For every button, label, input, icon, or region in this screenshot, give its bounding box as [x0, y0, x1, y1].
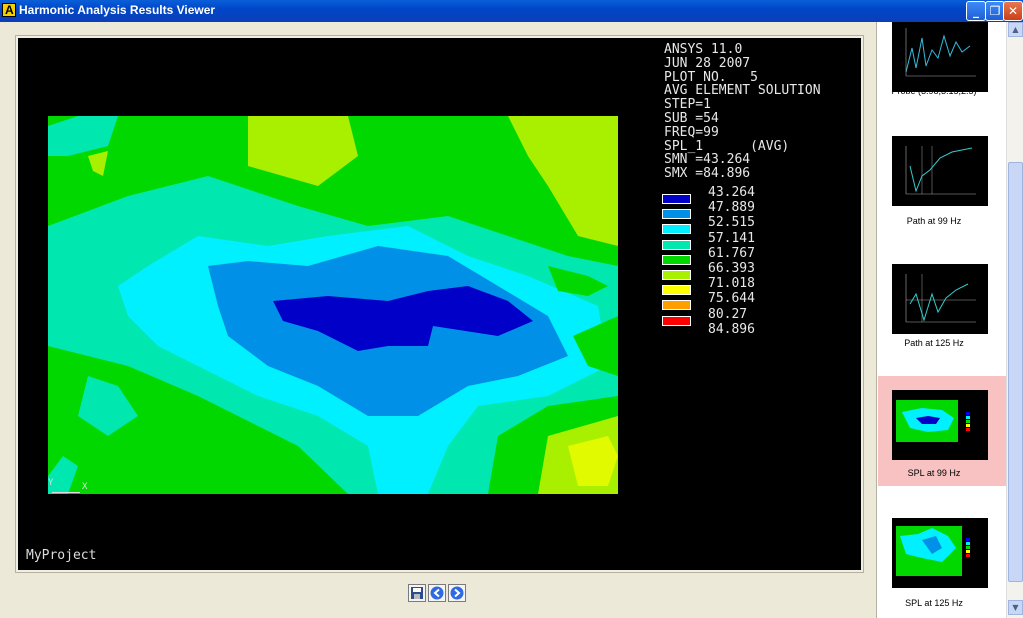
project-name: MyProject: [26, 548, 97, 563]
thumbnail-spl-125[interactable]: SPL at 125 Hz: [878, 486, 1007, 618]
plot-info-line: ANSYS 11.0: [664, 42, 743, 57]
minimize-button[interactable]: _: [966, 1, 986, 21]
legend-value: 80.27: [708, 306, 748, 322]
thumbnail-path-99[interactable]: Path at 99 Hz: [878, 126, 1007, 254]
plot-info-text: ANSYS 11.0 JUN 28 2007 PLOT NO. 5 AVG ELEME…: [664, 43, 821, 181]
plot-frame: Y X ANSYS 11.0 JUN 28 2007 PLOT NO. 5 AVG E…: [15, 35, 864, 573]
legend-swatch: [662, 315, 691, 326]
triad-x-axis: [52, 492, 80, 493]
legend-value: 71.018: [708, 276, 755, 292]
main-panel: Y X ANSYS 11.0 JUN 28 2007 PLOT NO. 5 AVG E…: [0, 22, 876, 618]
plot-info-line: SPL_1 (AVG): [664, 138, 790, 154]
legend-value: 47.889: [708, 200, 755, 216]
ansys-plot[interactable]: Y X ANSYS 11.0 JUN 28 2007 PLOT NO. 5 AVG E…: [18, 38, 861, 570]
path-125-thumbnail: [892, 264, 988, 334]
legend-value: 52.515: [708, 215, 755, 231]
legend-value: 66.393: [708, 260, 755, 276]
thumbnail-sidebar: Probe (3.98,3.15,2.5) Path at 99 Hz Path…: [876, 22, 1007, 618]
save-button[interactable]: [408, 584, 426, 602]
back-arrow-icon: [430, 586, 444, 600]
plot-info-line: PLOT NO. 5: [664, 69, 758, 85]
scroll-up-button[interactable]: ▲: [1008, 22, 1023, 37]
legend-swatch: [662, 209, 691, 220]
thumbnail-label: Path at 125 Hz: [904, 338, 964, 348]
probe-plot-thumbnail: [892, 22, 988, 92]
plot-info-line: FREQ=99: [664, 124, 719, 140]
plot-info-line: SMN =43.264: [664, 152, 751, 168]
window-title: Harmonic Analysis Results Viewer: [19, 3, 216, 17]
sidebar-scrollbar[interactable]: ▲ ▼: [1006, 22, 1023, 618]
plot-info-line: STEP=1: [664, 97, 711, 113]
title-bar: Harmonic Analysis Results Viewer _ ❐ ✕: [0, 0, 1023, 22]
path-99-thumbnail: [892, 136, 988, 206]
ansys-app-icon: [2, 3, 16, 17]
thumbnail-label: SPL at 125 Hz: [905, 598, 963, 608]
legend-value: 57.141: [708, 230, 755, 246]
thumbnail-label: SPL at 99 Hz: [907, 468, 961, 478]
viewer-toolbar: [408, 584, 466, 604]
legend-value: 75.644: [708, 291, 755, 307]
thumbnail-probe[interactable]: Probe (3.98,3.15,2.5): [878, 22, 1007, 126]
forward-button[interactable]: [448, 584, 466, 602]
scroll-down-button[interactable]: ▼: [1008, 600, 1023, 615]
thumbnail-label: Probe (3.98,3.15,2.5): [891, 86, 977, 96]
legend-value: 61.767: [708, 245, 755, 261]
save-icon: [411, 587, 423, 599]
legend-swatch: [662, 285, 691, 296]
thumbnail-label: Path at 99 Hz: [906, 216, 962, 226]
plot-info-line: SMX =84.896: [664, 166, 751, 182]
legend-swatch: [662, 224, 691, 235]
back-button[interactable]: [428, 584, 446, 602]
legend-value: 84.896: [708, 321, 755, 337]
triad-x-label: X: [82, 482, 88, 492]
triad-y-label: Y: [48, 478, 54, 488]
thumbnail-spl-99[interactable]: SPL at 99 Hz: [878, 376, 1007, 486]
legend-swatch: [662, 254, 691, 265]
forward-arrow-icon: [450, 586, 464, 600]
legend-swatch: [662, 194, 691, 204]
maximize-button[interactable]: ❐: [985, 1, 1005, 21]
spl-125-thumbnail: [892, 518, 988, 588]
plot-info-line: JUN 28 2007: [664, 55, 751, 71]
legend-swatch: [662, 300, 691, 311]
legend-swatch: [662, 239, 691, 250]
spl-99-thumbnail: [892, 390, 988, 460]
thumbnail-path-125[interactable]: Path at 125 Hz: [878, 254, 1007, 376]
plot-info-line: AVG ELEMENT SOLUTION: [664, 83, 821, 99]
legend-value: 43.264: [708, 185, 755, 200]
plot-info-line: SUB =54: [664, 110, 719, 126]
close-button[interactable]: ✕: [1003, 1, 1023, 21]
scroll-thumb[interactable]: [1008, 162, 1023, 582]
legend-swatch: [662, 269, 691, 280]
contour-plot: [48, 116, 618, 494]
